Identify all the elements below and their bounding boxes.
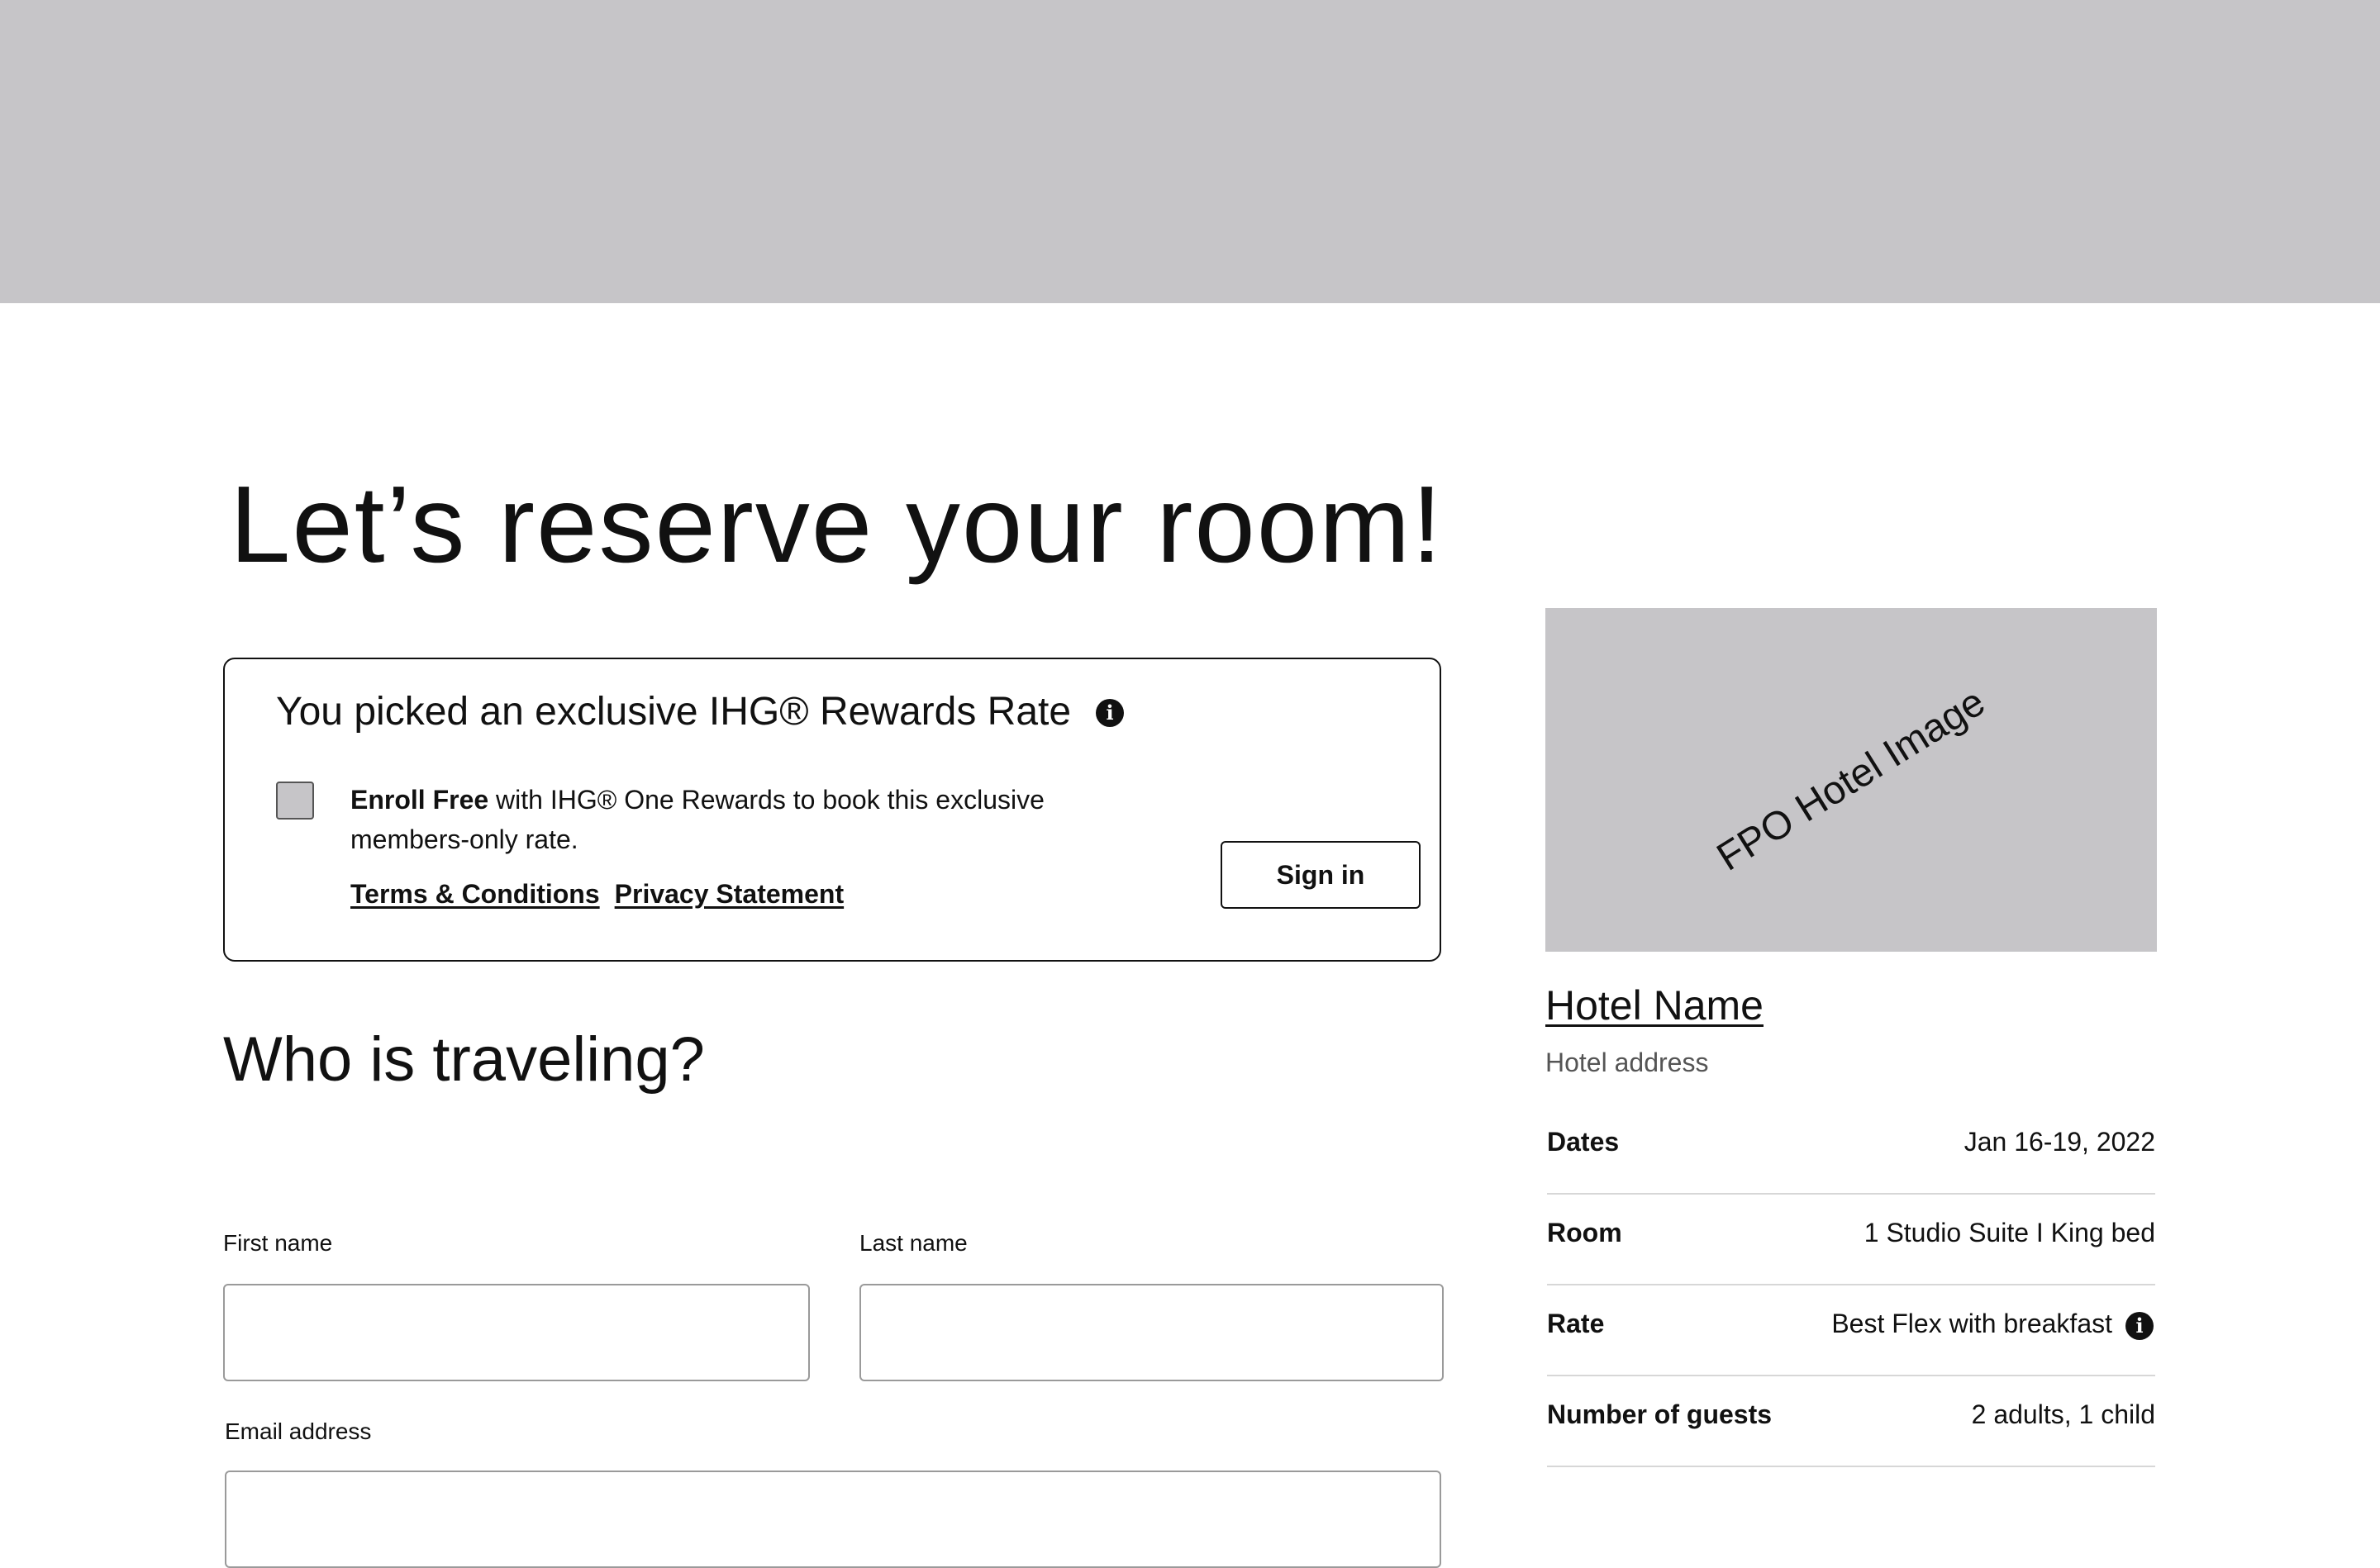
first-name-label: First name: [223, 1230, 333, 1256]
privacy-statement-link[interactable]: Privacy Statement: [615, 879, 844, 909]
summary-row-guests: Number of guests 2 adults, 1 child: [1547, 1376, 2155, 1467]
info-icon[interactable]: i: [2125, 1312, 2154, 1340]
summary-value: 2 adults, 1 child: [1971, 1399, 2155, 1429]
hotel-image: FPO Hotel Image: [1545, 608, 2157, 952]
summary-label: Number of guests: [1547, 1399, 1773, 1429]
rewards-rate-card: You picked an exclusive IHG® Rewards Rat…: [223, 658, 1441, 962]
who-is-traveling-heading: Who is traveling?: [223, 1024, 705, 1095]
summary-value: Best Flex with breakfast: [1831, 1309, 2112, 1338]
hero-banner: [0, 0, 2380, 303]
email-address-label: Email address: [225, 1418, 372, 1444]
hotel-address: Hotel address: [1545, 1048, 1709, 1077]
enroll-checkbox[interactable]: [276, 782, 314, 820]
first-name-input[interactable]: [223, 1284, 810, 1381]
last-name-label: Last name: [859, 1230, 968, 1256]
summary-row-room: Room 1 Studio Suite I King bed: [1547, 1195, 2155, 1285]
summary-label: Rate: [1547, 1309, 1605, 1338]
summary-label: Room: [1547, 1218, 1622, 1247]
summary-row-dates: Dates Jan 16-19, 2022: [1547, 1104, 2155, 1195]
enroll-description: Enroll Free with IHG® One Rewards to boo…: [350, 780, 1094, 859]
summary-value: Jan 16-19, 2022: [1963, 1127, 2155, 1157]
rewards-rate-title: You picked an exclusive IHG® Rewards Rat…: [276, 690, 1072, 734]
legal-links: Terms & Conditions Privacy Statement: [350, 879, 859, 910]
sign-in-button[interactable]: Sign in: [1221, 841, 1421, 909]
hotel-name-link[interactable]: Hotel Name: [1545, 980, 1764, 1031]
summary-row-rate: Rate Best Flex with breakfast i: [1547, 1285, 2155, 1376]
page-title: Let’s reserve your room!: [230, 463, 1444, 585]
last-name-input[interactable]: [859, 1284, 1444, 1381]
enroll-free-label: Enroll Free: [350, 785, 489, 815]
summary-value: 1 Studio Suite I King bed: [1864, 1218, 2155, 1247]
info-icon[interactable]: i: [1096, 699, 1124, 727]
summary-label: Dates: [1547, 1127, 1620, 1157]
terms-conditions-link[interactable]: Terms & Conditions: [350, 879, 600, 909]
email-address-input[interactable]: [225, 1471, 1441, 1568]
hotel-image-caption: FPO Hotel Image: [1709, 680, 1993, 880]
